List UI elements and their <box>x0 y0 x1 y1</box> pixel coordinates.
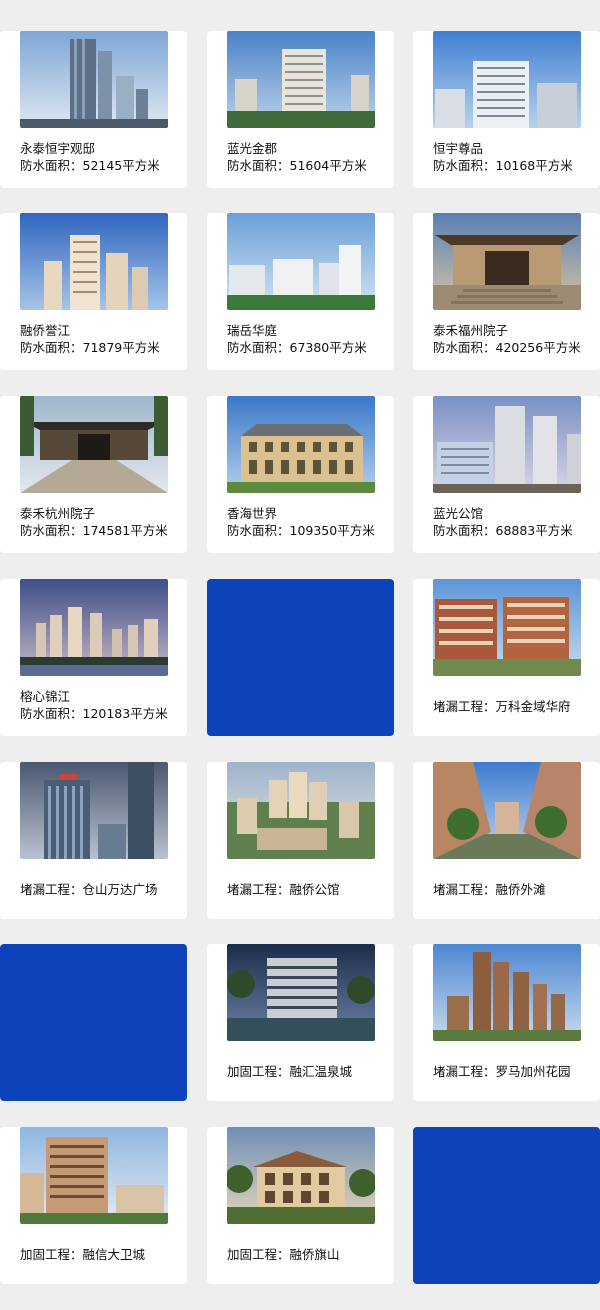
project-card[interactable]: 瑞岳华庭 防水面积：67380平方米 <box>207 213 394 370</box>
project-photo <box>20 31 168 128</box>
project-photo <box>227 944 375 1041</box>
project-area: 防水面积：120183平方米 <box>20 706 168 721</box>
project-title: 堵漏工程：万科金域华府 <box>433 699 571 714</box>
project-photo <box>227 1127 375 1224</box>
accent-tile <box>0 944 187 1101</box>
project-card[interactable]: 永泰恒宇观邸 防水面积：52145平方米 <box>0 31 187 188</box>
project-photo <box>20 579 168 676</box>
project-title: 堵漏工程：仓山万达广场 <box>20 882 158 897</box>
project-photo <box>20 1127 168 1224</box>
project-card[interactable]: 堵漏工程：融侨公馆 <box>207 762 394 919</box>
project-photo <box>227 213 375 310</box>
accent-tile <box>207 579 394 736</box>
project-title: 瑞岳华庭 <box>227 323 278 338</box>
project-title: 榕心锦江 <box>20 689 71 704</box>
project-photo <box>227 31 375 128</box>
project-area: 防水面积：71879平方米 <box>20 340 160 355</box>
project-title: 加固工程：融汇温泉城 <box>227 1064 353 1079</box>
project-title: 堵漏工程：融侨公馆 <box>227 882 340 897</box>
project-card[interactable]: 蓝光公馆 防水面积：68883平方米 <box>413 396 600 553</box>
project-card[interactable]: 泰禾杭州院子 防水面积：174581平方米 <box>0 396 187 553</box>
project-card[interactable]: 香海世界 防水面积：109350平方米 <box>207 396 394 553</box>
project-photo <box>20 762 168 859</box>
project-photo <box>20 213 168 310</box>
project-photo <box>227 762 375 859</box>
project-area: 防水面积：51604平方米 <box>227 158 367 173</box>
project-area: 防水面积：67380平方米 <box>227 340 367 355</box>
project-card[interactable]: 泰禾福州院子 防水面积：420256平方米 <box>413 213 600 370</box>
project-area: 防水面积：68883平方米 <box>433 523 573 538</box>
project-title: 香海世界 <box>227 506 278 521</box>
project-photo <box>433 396 581 493</box>
project-title: 堵漏工程：罗马加州花园 <box>433 1064 571 1079</box>
project-card[interactable]: 榕心锦江 防水面积：120183平方米 <box>0 579 187 736</box>
project-card[interactable]: 加固工程：融信大卫城 <box>0 1127 187 1284</box>
project-title: 永泰恒宇观邸 <box>20 141 96 156</box>
project-grid: 永泰恒宇观邸 防水面积：52145平方米 蓝光金郡 防水面积：51604平方米 … <box>0 0 600 1310</box>
project-card[interactable]: 堵漏工程：万科金域华府 <box>413 579 600 736</box>
project-card[interactable]: 加固工程：融汇温泉城 <box>207 944 394 1101</box>
project-area: 防水面积：174581平方米 <box>20 523 168 538</box>
project-area: 防水面积：10168平方米 <box>433 158 573 173</box>
project-title: 蓝光金郡 <box>227 141 278 156</box>
project-card[interactable]: 恒宇尊品 防水面积：10168平方米 <box>413 31 600 188</box>
project-card[interactable]: 堵漏工程：融侨外滩 <box>413 762 600 919</box>
project-photo <box>433 762 581 859</box>
project-card[interactable]: 堵漏工程：仓山万达广场 <box>0 762 187 919</box>
project-card[interactable]: 堵漏工程：罗马加州花园 <box>413 944 600 1101</box>
project-photo <box>227 396 375 493</box>
project-title: 加固工程：融信大卫城 <box>20 1247 146 1262</box>
project-area: 防水面积：420256平方米 <box>433 340 581 355</box>
project-title: 融侨誉江 <box>20 323 71 338</box>
project-photo <box>433 213 581 310</box>
accent-tile <box>413 1127 600 1284</box>
project-photo <box>433 944 581 1041</box>
project-title: 恒宇尊品 <box>433 141 484 156</box>
project-card[interactable]: 蓝光金郡 防水面积：51604平方米 <box>207 31 394 188</box>
project-area: 防水面积：109350平方米 <box>227 523 375 538</box>
project-title: 加固工程：融侨旗山 <box>227 1247 340 1262</box>
project-photo <box>433 31 581 128</box>
project-title: 泰禾杭州院子 <box>20 506 96 521</box>
project-area: 防水面积：52145平方米 <box>20 158 160 173</box>
project-title: 堵漏工程：融侨外滩 <box>433 882 546 897</box>
project-photo <box>20 396 168 493</box>
project-photo <box>433 579 581 676</box>
project-title: 泰禾福州院子 <box>433 323 509 338</box>
project-card[interactable]: 加固工程：融侨旗山 <box>207 1127 394 1284</box>
project-title: 蓝光公馆 <box>433 506 484 521</box>
project-card[interactable]: 融侨誉江 防水面积：71879平方米 <box>0 213 187 370</box>
